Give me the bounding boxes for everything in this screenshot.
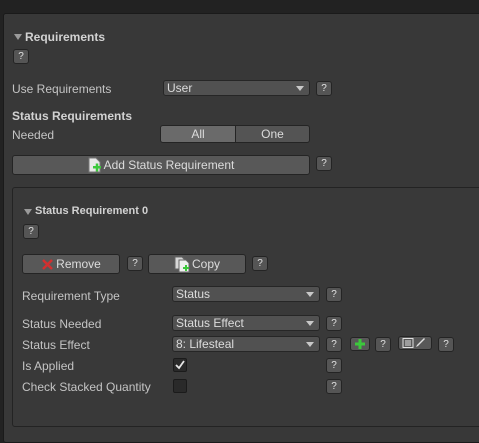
- use-requirements-value: User: [167, 81, 193, 95]
- is-applied-label: Is Applied: [22, 359, 75, 373]
- use-requirements-dropdown[interactable]: User: [163, 80, 310, 96]
- foldout-arrow-icon[interactable]: [24, 209, 32, 215]
- add-icon: [355, 339, 365, 349]
- status-effect-help-button[interactable]: ?: [326, 337, 342, 352]
- requirements-header[interactable]: Requirements: [25, 30, 105, 44]
- dropdown-arrow-icon: [296, 86, 304, 91]
- status-requirement-help-button[interactable]: ?: [23, 224, 39, 239]
- status-requirements-header: Status Requirements: [12, 109, 133, 123]
- foldout-arrow-icon[interactable]: [14, 34, 22, 40]
- copy-label: Copy: [191, 257, 220, 271]
- requirement-type-dropdown[interactable]: Status: [172, 286, 320, 302]
- needed-all-toggle[interactable]: All: [160, 125, 236, 143]
- edit-status-effect-button[interactable]: [398, 336, 432, 350]
- add-status-requirement-button[interactable]: Add Status Requirement: [12, 155, 310, 175]
- status-needed-value: Status Effect: [176, 316, 244, 330]
- requirement-type-value: Status: [176, 287, 211, 301]
- copy-help-button[interactable]: ?: [252, 256, 268, 271]
- add-status-effect-button[interactable]: [350, 337, 370, 351]
- status-effect-dropdown[interactable]: 8: Lifesteal: [172, 336, 320, 352]
- remove-button[interactable]: Remove: [22, 254, 120, 274]
- requirement-type-help-button[interactable]: ?: [326, 287, 342, 302]
- copy-button[interactable]: Copy: [148, 254, 246, 274]
- edit-status-effect-help-button[interactable]: ?: [438, 337, 454, 352]
- status-requirement-header[interactable]: Status Requirement 0: [35, 205, 148, 217]
- needed-label: Needed: [12, 128, 55, 142]
- check-stacked-quantity-checkbox[interactable]: [173, 379, 187, 393]
- checkmark-icon: [175, 360, 185, 370]
- add-status-requirement-help-button[interactable]: ?: [316, 156, 332, 171]
- dropdown-arrow-icon: [306, 342, 314, 347]
- status-effect-label: Status Effect: [22, 338, 90, 352]
- copy-icon: [174, 256, 190, 272]
- is-applied-help-button[interactable]: ?: [326, 358, 342, 373]
- add-status-effect-help-button[interactable]: ?: [375, 337, 391, 352]
- remove-icon: [42, 258, 54, 270]
- check-stacked-quantity-label: Check Stacked Quantity: [22, 380, 151, 394]
- requirement-type-label: Requirement Type: [22, 289, 120, 303]
- status-needed-dropdown[interactable]: Status Effect: [172, 315, 320, 331]
- status-needed-label: Status Needed: [22, 317, 102, 331]
- needed-one-toggle[interactable]: One: [235, 125, 310, 143]
- status-needed-help-button[interactable]: ?: [326, 316, 342, 331]
- requirements-help-button[interactable]: ?: [13, 49, 29, 64]
- use-requirements-label: Use Requirements: [12, 82, 112, 96]
- is-applied-checkbox[interactable]: [173, 358, 187, 372]
- use-requirements-help-button[interactable]: ?: [316, 81, 332, 96]
- edit-list-icon: [402, 338, 425, 348]
- add-document-icon: [88, 157, 101, 173]
- check-stacked-quantity-help-button[interactable]: ?: [326, 379, 342, 394]
- remove-help-button[interactable]: ?: [127, 256, 143, 271]
- add-status-requirement-label: Add Status Requirement: [103, 158, 235, 172]
- status-effect-value: 8: Lifesteal: [176, 337, 235, 351]
- dropdown-arrow-icon: [306, 292, 314, 297]
- remove-label: Remove: [56, 257, 101, 271]
- dropdown-arrow-icon: [306, 321, 314, 326]
